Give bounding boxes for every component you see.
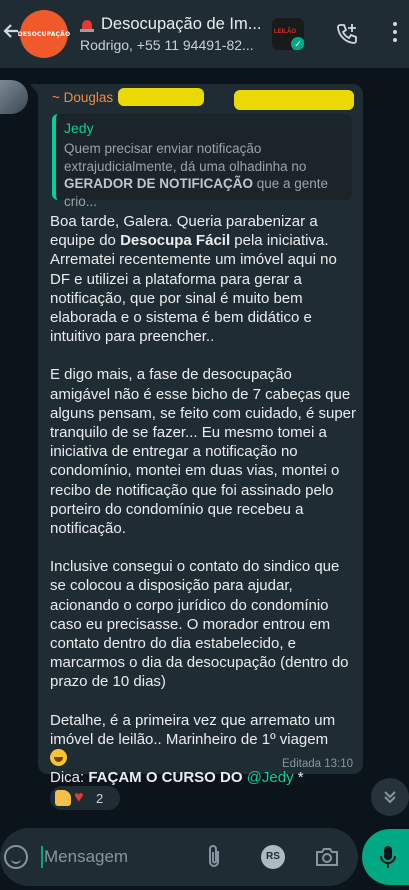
chat-participants: Rodrigo, +55 11 94491-82...: [80, 37, 254, 53]
reactions-pill[interactable]: ♥ 2: [48, 784, 122, 812]
double-chevron-down-icon: [384, 791, 396, 804]
reactions-count: 2: [96, 790, 104, 806]
redaction-highlight: [234, 90, 354, 110]
video-thumb-text: LEILÃO: [274, 29, 296, 35]
attach-icon[interactable]: [203, 844, 225, 870]
heart-icon: ♥: [74, 789, 84, 806]
sender-avatar[interactable]: [0, 80, 28, 114]
message-text: Boa tarde, Galera. Queria parabenizar a …: [50, 212, 356, 787]
quoted-message[interactable]: Jedy Quem precisar enviar notificação ex…: [52, 114, 352, 209]
message-input[interactable]: [44, 841, 194, 873]
text-caret: [41, 846, 43, 868]
siren-icon: [80, 18, 94, 32]
thumbs-up-icon: [55, 790, 71, 806]
redaction-highlight: [118, 88, 204, 106]
group-avatar[interactable]: DESOCUPAÇÃO: [17, 10, 71, 58]
laughing-emoji-icon: [50, 749, 67, 767]
emoji-icon[interactable]: [4, 845, 28, 869]
add-call-icon[interactable]: [335, 22, 359, 46]
message-paragraph: Boa tarde, Galera. Queria parabenizar a …: [50, 213, 337, 346]
currency-payment-button[interactable]: RS: [261, 845, 285, 869]
scroll-down-button[interactable]: [371, 778, 409, 816]
more-vert-icon[interactable]: [392, 22, 398, 46]
quote-author: Jedy: [64, 120, 94, 136]
message-input-bar: RS: [0, 828, 358, 886]
edited-label: Editada: [282, 758, 322, 770]
chat-title-block[interactable]: Desocupação de Im... Rodrigo, +55 11 944…: [80, 15, 409, 53]
microphone-icon: [380, 846, 396, 868]
check-icon: ✓: [291, 37, 304, 50]
message-paragraph: Inclusive consegui o contato do sindico …: [50, 558, 349, 691]
message-meta: Editada 13:10: [282, 758, 353, 770]
camera-icon[interactable]: [314, 845, 340, 869]
message-paragraph: E digo mais, a fase de desocupação amigá…: [50, 366, 357, 538]
quote-text: Quem precisar enviar notificação extraju…: [64, 141, 329, 209]
chat-header: DESOCUPAÇÃO Desocupação de Im... Rodrigo…: [0, 0, 409, 68]
sender-name[interactable]: ~ Douglas: [52, 90, 113, 105]
message-bubble[interactable]: ~ Douglas Jedy Quem precisar enviar noti…: [30, 84, 363, 786]
microphone-button[interactable]: [362, 829, 409, 885]
mention-jedy[interactable]: @Jedy: [247, 769, 294, 786]
message-time: 13:10: [324, 758, 353, 770]
video-call-preview[interactable]: LEILÃO ✓: [272, 18, 304, 50]
chat-area: ~ Douglas Jedy Quem precisar enviar noti…: [0, 68, 409, 890]
chat-title: Desocupação de Im...: [101, 15, 262, 33]
group-avatar-text: DESOCUPAÇÃO: [17, 30, 71, 38]
